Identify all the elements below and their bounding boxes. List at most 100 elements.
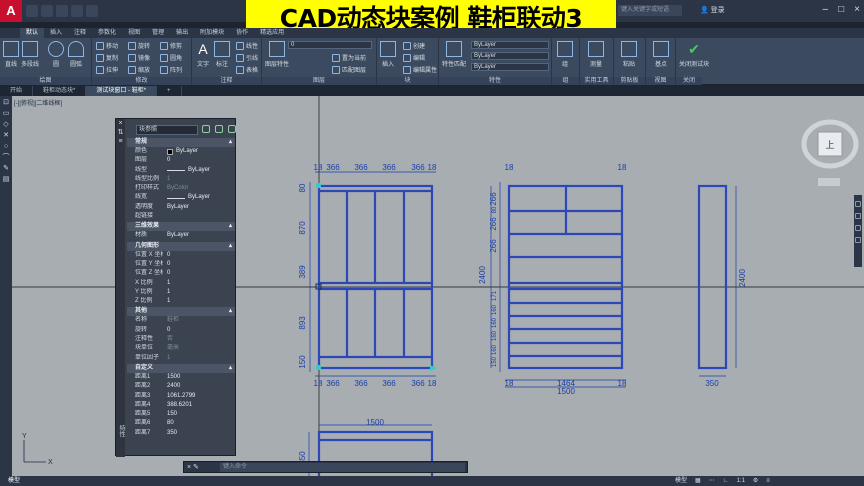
property-row[interactable]: 距离7 350 [127,429,235,438]
grip-arrow[interactable] [430,365,437,371]
property-row[interactable]: 距离1 1500 [127,373,235,382]
line-button[interactable]: 直线 [3,41,19,68]
new-file-icon[interactable] [26,5,38,17]
property-row[interactable]: 线型比例 1 [127,175,235,184]
base-view-button[interactable]: 基点 [653,41,669,68]
stretch-button[interactable]: 拉伸 [96,65,118,75]
grid-icon[interactable]: ▦ [695,476,701,486]
close-test-block-button[interactable]: ✔ 关闭测试块 [679,41,709,68]
undo-icon[interactable] [71,5,83,17]
ribbon-tab[interactable]: 精选应用 [254,28,290,38]
property-row[interactable]: 线型 ByLayer [127,166,235,175]
arc-button[interactable]: 圆弧 [68,41,84,68]
app-logo[interactable]: A [0,0,22,22]
property-value[interactable]: 350 [163,429,235,438]
pan-icon[interactable] [855,201,861,207]
property-row[interactable]: 颜色 ByLayer [127,147,235,156]
property-row[interactable]: 位置 Z 坐标 0 [127,269,235,278]
showmotion-icon[interactable] [855,237,861,243]
property-section-header[interactable]: 三维效果 [127,222,235,232]
property-row[interactable]: Y 比例 1 [127,288,235,297]
scale-button[interactable]: 缩放 [128,65,150,75]
property-row[interactable]: 名称 鞋柜 [127,316,235,325]
tool-icon[interactable]: ⊡ [2,99,10,107]
ribbon-tab[interactable]: 管理 [146,28,170,38]
tool-icon[interactable]: ○ [2,143,10,151]
paste-button[interactable]: 粘贴 [621,41,637,68]
property-section-header[interactable]: 常规 [127,138,235,147]
viewport-label[interactable]: [-][俯视][二维线框] [14,98,62,107]
leader-button[interactable]: 引线 [236,53,258,63]
gear-icon[interactable]: ⚙ [753,476,758,486]
grip-handle[interactable] [316,183,321,188]
annotation-scale[interactable]: 1:1 [737,476,745,486]
property-value[interactable]: ByLayer [163,166,235,175]
tool-icon[interactable]: ▤ [2,176,10,184]
tool-icon[interactable]: ⌒ [2,154,10,162]
ribbon-tab[interactable]: 参数化 [92,28,122,38]
property-row[interactable]: 位置 X 坐标 0 [127,251,235,260]
ortho-icon[interactable]: ∟ [723,476,729,486]
property-value[interactable]: 0 [163,156,235,165]
property-value[interactable]: 1 [163,354,235,363]
property-value[interactable]: ByLayer [163,193,235,202]
color-dropdown[interactable]: ByLayer [471,41,549,49]
save-icon[interactable] [56,5,68,17]
array-button[interactable]: 阵列 [160,65,182,75]
wcs-dropdown[interactable] [818,178,840,186]
property-row[interactable]: 旋转 0 [127,326,235,335]
ribbon-tab[interactable]: 注释 [68,28,92,38]
property-value[interactable]: 0 [163,260,235,269]
match-layer-button[interactable]: 匹配图层 [332,65,366,75]
property-row[interactable]: 图层 0 [127,156,235,165]
property-row[interactable]: 距离2 2400 [127,382,235,391]
property-row[interactable]: 线宽 ByLayer [127,193,235,202]
property-value[interactable]: 1 [163,288,235,297]
property-value[interactable]: 1 [163,297,235,306]
grip-handle[interactable] [316,365,321,370]
property-row[interactable]: 距离4 388.6201 [127,401,235,410]
property-value[interactable]: 否 [163,335,235,344]
ribbon-tab[interactable]: 默认 [20,28,45,38]
doc-tab-shoe-cabinet[interactable]: 鞋柜动态块* [33,86,87,96]
orbit-icon[interactable] [855,225,861,231]
palette-menu-icon[interactable]: ≡ [116,137,125,146]
model-tab[interactable]: 模型 [8,476,20,486]
linear-button[interactable]: 线性 [236,41,258,51]
property-value[interactable]: 毫米 [163,344,235,353]
ribbon-tab[interactable]: 附加模块 [194,28,230,38]
property-row[interactable]: 打印样式 ByColor [127,184,235,193]
autohide-icon[interactable]: ⇅ [116,128,125,137]
property-section-header[interactable]: 几何图形 [127,241,235,251]
property-row[interactable]: 透明度 ByLayer [127,203,235,212]
ribbon-tab[interactable]: 视图 [122,28,146,38]
property-row[interactable]: 超链接 [127,212,235,221]
property-value[interactable]: 0 [163,269,235,278]
property-value[interactable]: 0 [163,251,235,260]
zoom-icon[interactable] [855,213,861,219]
tool-icon[interactable]: ✎ [2,165,10,173]
model-space-button[interactable]: 模型 [675,476,687,486]
insert-button[interactable]: 插入 [380,41,396,68]
property-value[interactable]: 1500 [163,373,235,382]
search-input[interactable]: 键入关键字或短语 [618,5,682,16]
ribbon-tab[interactable]: 插入 [44,28,68,38]
property-value[interactable]: 150 [163,410,235,419]
property-value[interactable]: 2400 [163,382,235,391]
property-value[interactable]: ByLayer [163,147,235,156]
layer-dropdown[interactable]: 0 [288,41,372,49]
toggle-pickadd-icon[interactable] [202,125,210,133]
property-row[interactable]: 距离5 150 [127,410,235,419]
property-row[interactable]: 位置 Y 坐标 0 [127,260,235,269]
table-button[interactable]: 表格 [236,65,258,75]
sign-in-button[interactable]: 👤 登录 [700,5,725,15]
property-section-header[interactable]: 其他 [127,307,235,317]
select-objects-icon[interactable] [215,125,223,133]
edit-attributes-button[interactable]: 编辑属性 [403,65,437,75]
customize-icon[interactable]: ≡ [766,476,770,486]
property-row[interactable]: X 比例 1 [127,279,235,288]
ribbon-tab[interactable]: 输出 [170,28,194,38]
property-row[interactable]: 距离6 80 [127,419,235,428]
text-button[interactable]: A 文字 [195,41,211,68]
layer-properties-button[interactable]: 图层特性 [265,41,289,68]
